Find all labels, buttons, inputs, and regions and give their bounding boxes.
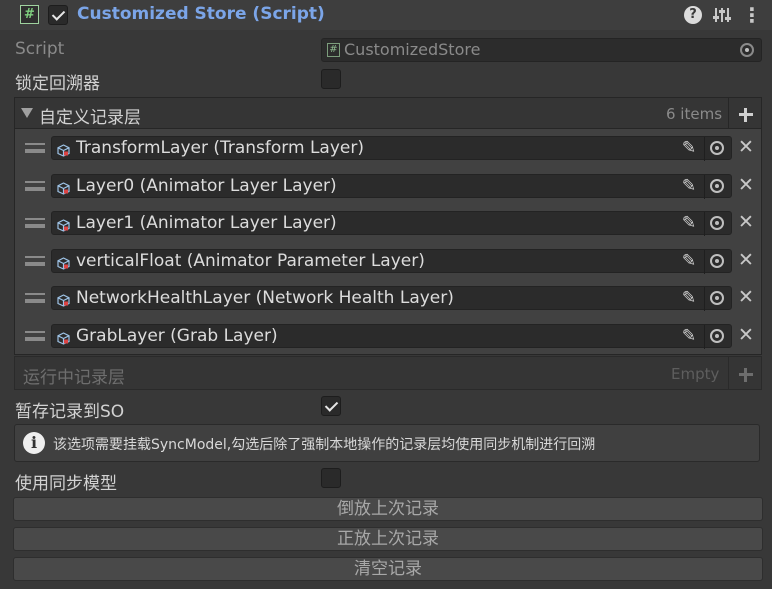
remove-x-icon[interactable]: ✕ (738, 175, 754, 195)
cube-icon (57, 142, 70, 157)
cube-icon (57, 330, 70, 345)
layer-name: GrabLayer (Grab Layer) (76, 325, 278, 346)
save-to-so-label: 暂存记录到SO (15, 402, 125, 422)
pencil-icon[interactable]: ✎ (680, 214, 698, 232)
pencil-icon[interactable]: ✎ (680, 139, 698, 157)
custom-layers-label: 自定义记录层 (39, 108, 141, 128)
pencil-icon[interactable]: ✎ (680, 252, 698, 270)
cube-icon (57, 292, 70, 307)
separator (704, 174, 705, 199)
remove-x-icon[interactable]: ✕ (738, 287, 754, 307)
script-label: Script (15, 39, 65, 59)
script-value: CustomizedStore (344, 40, 481, 59)
use-sync-model-checkbox[interactable] (321, 468, 341, 488)
separator (704, 212, 705, 236)
object-picker-icon[interactable] (710, 141, 724, 155)
drag-handle-icon[interactable] (25, 293, 45, 303)
pencil-icon[interactable]: ✎ (680, 289, 698, 307)
separator (704, 249, 705, 274)
drag-handle-icon[interactable] (25, 180, 45, 191)
forward-last-record-button[interactable]: 正放上次记录 (13, 527, 763, 551)
list-item: verticalFloat (Animator Parameter Layer)… (0, 248, 772, 275)
separator (704, 137, 705, 161)
layer-object-field[interactable]: verticalFloat (Animator Parameter Layer)… (51, 248, 732, 274)
lock-rollback-checkbox[interactable] (321, 69, 341, 89)
info-icon: i (23, 432, 45, 454)
object-picker-icon[interactable] (710, 328, 724, 343)
remove-x-icon[interactable]: ✕ (738, 250, 754, 270)
add-runtime-layer-button[interactable] (729, 356, 762, 390)
layer-name: Layer0 (Animator Layer Layer) (76, 175, 337, 196)
hash-script-icon: # (20, 5, 39, 24)
list-item: NetworkHealthLayer (Network Health Layer… (0, 286, 772, 312)
separator (704, 287, 705, 311)
remove-x-icon[interactable]: ✕ (738, 212, 754, 232)
help-icon[interactable]: ? (684, 6, 702, 24)
layer-object-field[interactable]: Layer0 (Animator Layer Layer) ✎ (51, 173, 732, 199)
layer-name: TransformLayer (Transform Layer) (76, 138, 364, 158)
lock-rollback-label: 锁定回溯器 (15, 74, 100, 94)
list-item: Layer0 (Animator Layer Layer) ✎ ✕ (0, 173, 772, 200)
runtime-layers-count: Empty (671, 365, 720, 383)
cube-icon (57, 255, 70, 270)
layer-name: NetworkHealthLayer (Network Health Layer… (76, 288, 454, 308)
clear-records-button[interactable]: 清空记录 (13, 557, 763, 581)
object-picker-icon[interactable] (710, 178, 724, 193)
drag-handle-icon[interactable] (25, 218, 45, 228)
drag-handle-icon[interactable] (25, 255, 45, 266)
foldout-arrow-icon[interactable] (21, 108, 33, 118)
layer-name: verticalFloat (Animator Parameter Layer) (76, 250, 425, 271)
component-title[interactable]: Customized Store (Script) (77, 4, 325, 24)
runtime-layers-foldout[interactable]: 运行中记录层 Empty (14, 356, 729, 390)
layer-object-field[interactable]: TransformLayer (Transform Layer) ✎ (51, 136, 732, 161)
object-picker-icon[interactable] (710, 216, 724, 230)
cube-icon (57, 180, 70, 195)
object-picker-icon[interactable] (710, 253, 724, 268)
rewind-last-record-button[interactable]: 倒放上次记录 (13, 497, 763, 521)
kebab-menu-icon[interactable]: ⋮ (742, 3, 762, 27)
pencil-icon[interactable]: ✎ (680, 327, 698, 345)
pencil-icon[interactable]: ✎ (680, 177, 698, 195)
object-picker-icon[interactable] (740, 43, 754, 57)
list-item: TransformLayer (Transform Layer) ✎ ✕ (0, 136, 772, 162)
remove-x-icon[interactable]: ✕ (738, 137, 754, 157)
cube-icon (57, 217, 70, 232)
runtime-layers-label: 运行中记录层 (23, 368, 125, 388)
drag-handle-icon[interactable] (25, 330, 45, 341)
plus-icon (729, 358, 762, 390)
list-item: GrabLayer (Grab Layer) ✎ ✕ (0, 323, 772, 350)
drag-handle-icon[interactable] (25, 143, 45, 153)
remove-x-icon[interactable]: ✕ (738, 325, 754, 345)
custom-layers-list (14, 129, 762, 355)
script-object-field[interactable]: # CustomizedStore (321, 38, 762, 62)
plus-icon (729, 98, 762, 130)
separator (704, 324, 705, 349)
layer-object-field[interactable]: GrabLayer (Grab Layer) ✎ (51, 323, 732, 349)
hash-script-icon: # (327, 43, 340, 57)
layer-object-field[interactable]: Layer1 (Animator Layer Layer) ✎ (51, 211, 732, 236)
object-picker-icon[interactable] (710, 291, 724, 305)
layer-object-field[interactable]: NetworkHealthLayer (Network Health Layer… (51, 286, 732, 311)
use-sync-model-label: 使用同步模型 (15, 474, 117, 494)
custom-layers-foldout[interactable]: 自定义记录层 6 items (14, 97, 729, 129)
help-text: 该选项需要挂载SyncModel,勾选后除了强制本地操作的记录层均使用同步机制进… (53, 437, 596, 453)
custom-layers-count: 6 items (666, 105, 723, 123)
help-box: i 该选项需要挂载SyncModel,勾选后除了强制本地操作的记录层均使用同步机… (14, 424, 760, 462)
presets-icon[interactable] (712, 4, 732, 26)
add-layer-button[interactable] (729, 97, 762, 129)
layer-name: Layer1 (Animator Layer Layer) (76, 213, 337, 233)
list-item: Layer1 (Animator Layer Layer) ✎ ✕ (0, 211, 772, 237)
component-enabled-checkbox[interactable] (48, 5, 68, 25)
save-to-so-checkbox[interactable] (321, 396, 341, 416)
